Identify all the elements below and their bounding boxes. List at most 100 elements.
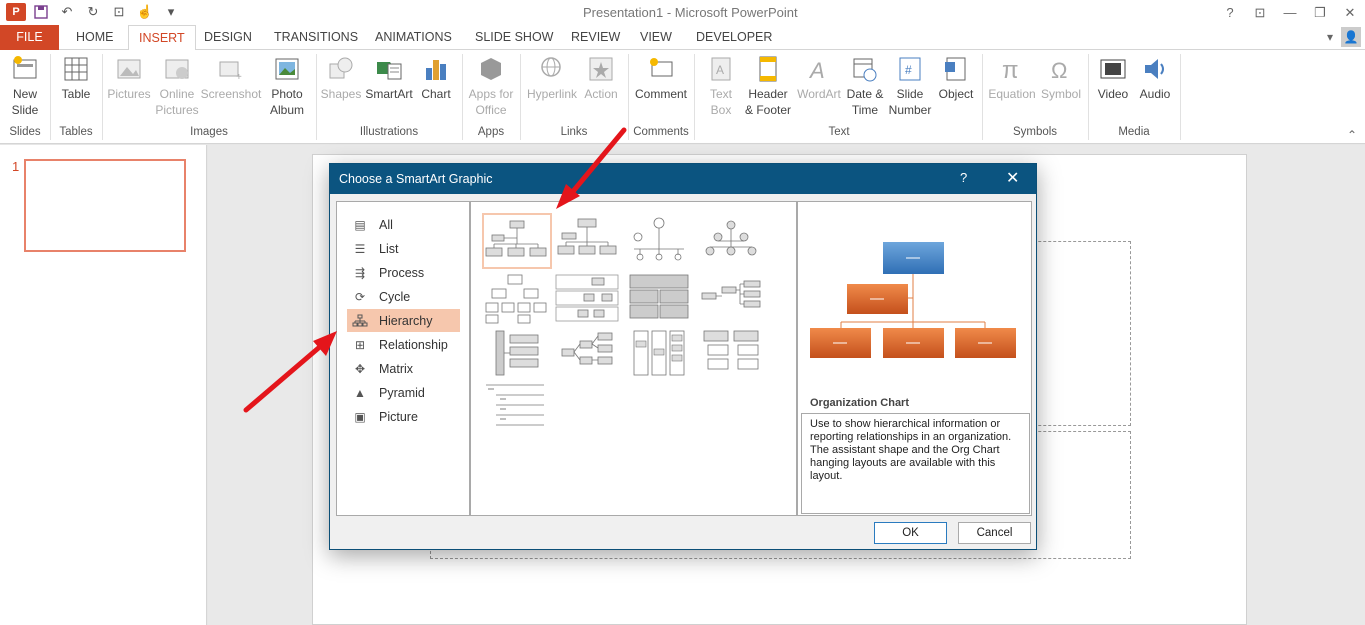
layout-architecture-layout[interactable] [626,327,696,383]
action-button[interactable]: Action [580,54,622,102]
ribbon-display-icon[interactable]: ⊡ [1245,0,1275,25]
apps-for-office-button[interactable]: Apps for Office [466,54,516,118]
customize-qat-icon[interactable]: ▾ [160,2,182,22]
svg-text:Ω: Ω [1051,58,1067,83]
layout-table-hierarchy[interactable] [626,273,696,329]
tab-review[interactable]: REVIEW [561,25,630,50]
group-links: Links [560,126,588,138]
category-cycle[interactable]: ⟳ Cycle [347,285,460,308]
dialog-help-icon[interactable]: ? [960,170,967,185]
start-from-beginning-icon[interactable]: ⊡ [108,2,130,22]
group-text: Text [828,126,850,138]
layout-lined-list[interactable] [482,381,552,437]
layout-half-circle-org-chart[interactable] [626,213,696,269]
object-button[interactable]: Object [934,54,978,102]
title-bar: P ↶ ↻ ⊡ ☝ ▾ Presentation1 - Microsoft Po… [0,0,1365,25]
online-pictures-button[interactable]: Online Pictures [154,54,200,118]
tab-design[interactable]: DESIGN [194,25,262,50]
text-box-icon: A [711,57,731,81]
minimize-icon[interactable]: — [1275,0,1305,25]
layout-gallery [470,201,797,516]
layout-horizontal-org-chart[interactable] [698,273,768,329]
text-box-button[interactable]: A Text Box [700,54,742,118]
layout-labeled-hierarchy[interactable] [554,273,624,329]
category-process[interactable]: ⇶ Process [347,261,460,284]
screenshot-button[interactable]: + Screenshot [200,54,262,102]
action-icon [589,57,613,81]
restore-icon[interactable]: ❐ [1305,0,1335,25]
slide-thumbnail[interactable] [24,159,186,252]
tab-insert[interactable]: INSERT [128,25,196,51]
chart-button[interactable]: Chart [416,54,456,102]
layout-name-and-title-org-chart[interactable] [554,213,624,269]
category-list: ▤ All ☰ List ⇶ Process ⟳ Cycle Hierarchy ⊞ Re… [336,201,470,516]
relationship-icon: ⊞ [354,337,366,352]
category-pyramid[interactable]: ▲ Pyramid [347,381,460,404]
account-dropdown-icon[interactable]: ▾ [1327,30,1333,44]
comment-button[interactable]: Comment [632,54,690,102]
tab-developer[interactable]: DEVELOPER [686,25,782,50]
layout-organization-chart[interactable] [482,213,552,269]
preview-title: Organization Chart [810,397,910,409]
wordart-button[interactable]: A WordArt [794,54,844,102]
smartart-button[interactable]: SmartArt [364,54,414,102]
symbol-button[interactable]: Ω Symbol [1038,54,1084,102]
shapes-icon [329,57,353,79]
process-icon: ⇶ [354,265,366,280]
audio-button[interactable]: Audio [1134,54,1176,102]
group-illustrations: Illustrations [359,126,419,138]
photo-album-button[interactable]: Photo Album [264,54,310,118]
slide-number-button[interactable]: # Slide Number [886,54,934,118]
hyperlink-button[interactable]: Hyperlink [524,54,580,102]
tab-slide-show[interactable]: SLIDE SHOW [465,25,564,50]
category-relationship[interactable]: ⊞ Relationship [347,333,460,356]
cancel-button[interactable]: Cancel [958,522,1031,544]
avatar[interactable]: 👤 [1341,27,1361,47]
powerpoint-icon[interactable]: P [6,3,26,21]
equation-icon: π [1002,57,1019,84]
layout-circle-picture-hierarchy[interactable] [698,213,768,269]
list-icon: ☰ [354,241,366,256]
save-icon[interactable] [30,2,52,22]
group-symbols: Symbols [1012,126,1058,138]
undo-icon[interactable]: ↶ [56,2,78,22]
tab-file[interactable]: FILE [0,25,59,50]
svg-text:+: + [236,72,242,83]
layout-horizontal-multi-level-hierarchy[interactable] [554,327,624,383]
tab-view[interactable]: VIEW [630,25,682,50]
close-window-icon[interactable]: ✕ [1335,0,1365,25]
ribbon-tabs: FILE HOME INSERT DESIGN TRANSITIONS ANIM… [0,25,1365,51]
dialog-title-bar: Choose a SmartArt Graphic ? ✕ [330,164,1036,194]
date-time-button[interactable]: Date & Time [844,54,886,118]
screenshot-icon: + [219,61,242,83]
dialog-close-icon[interactable]: ✕ [1006,168,1019,188]
tab-home[interactable]: HOME [66,25,124,50]
category-list-item[interactable]: ☰ List [347,237,460,260]
category-matrix[interactable]: ✥ Matrix [347,357,460,380]
svg-text:π: π [1002,57,1019,84]
organization-chart-preview [810,242,1016,358]
redo-icon[interactable]: ↻ [82,2,104,22]
group-apps: Apps [477,126,505,138]
category-picture[interactable]: ▣ Picture [347,405,460,428]
header-footer-button[interactable]: Header & Footer [742,54,794,118]
pictures-button[interactable]: Pictures [106,54,152,102]
equation-button[interactable]: π Equation [986,54,1038,102]
collapse-ribbon-icon[interactable]: ⌃ [1347,128,1357,142]
shapes-button[interactable]: Shapes [320,54,362,102]
new-slide-button[interactable]: New Slide [6,54,44,118]
category-hierarchy[interactable]: Hierarchy [347,309,460,332]
video-button[interactable]: Video [1092,54,1134,102]
tab-animations[interactable]: ANIMATIONS [365,25,462,50]
help-icon[interactable]: ? [1215,0,1245,25]
table-button[interactable]: Table [56,54,96,102]
category-all[interactable]: ▤ All [347,213,460,236]
hierarchy-icon [351,313,369,329]
chart-icon [426,60,446,80]
tab-transitions[interactable]: TRANSITIONS [264,25,368,50]
touch-mode-icon[interactable]: ☝ [134,2,156,22]
layout-hierarchy[interactable] [482,273,552,329]
layout-horizontal-hierarchy[interactable] [482,327,552,383]
ok-button[interactable]: OK [874,522,947,544]
layout-hierarchy-list[interactable] [698,327,768,383]
